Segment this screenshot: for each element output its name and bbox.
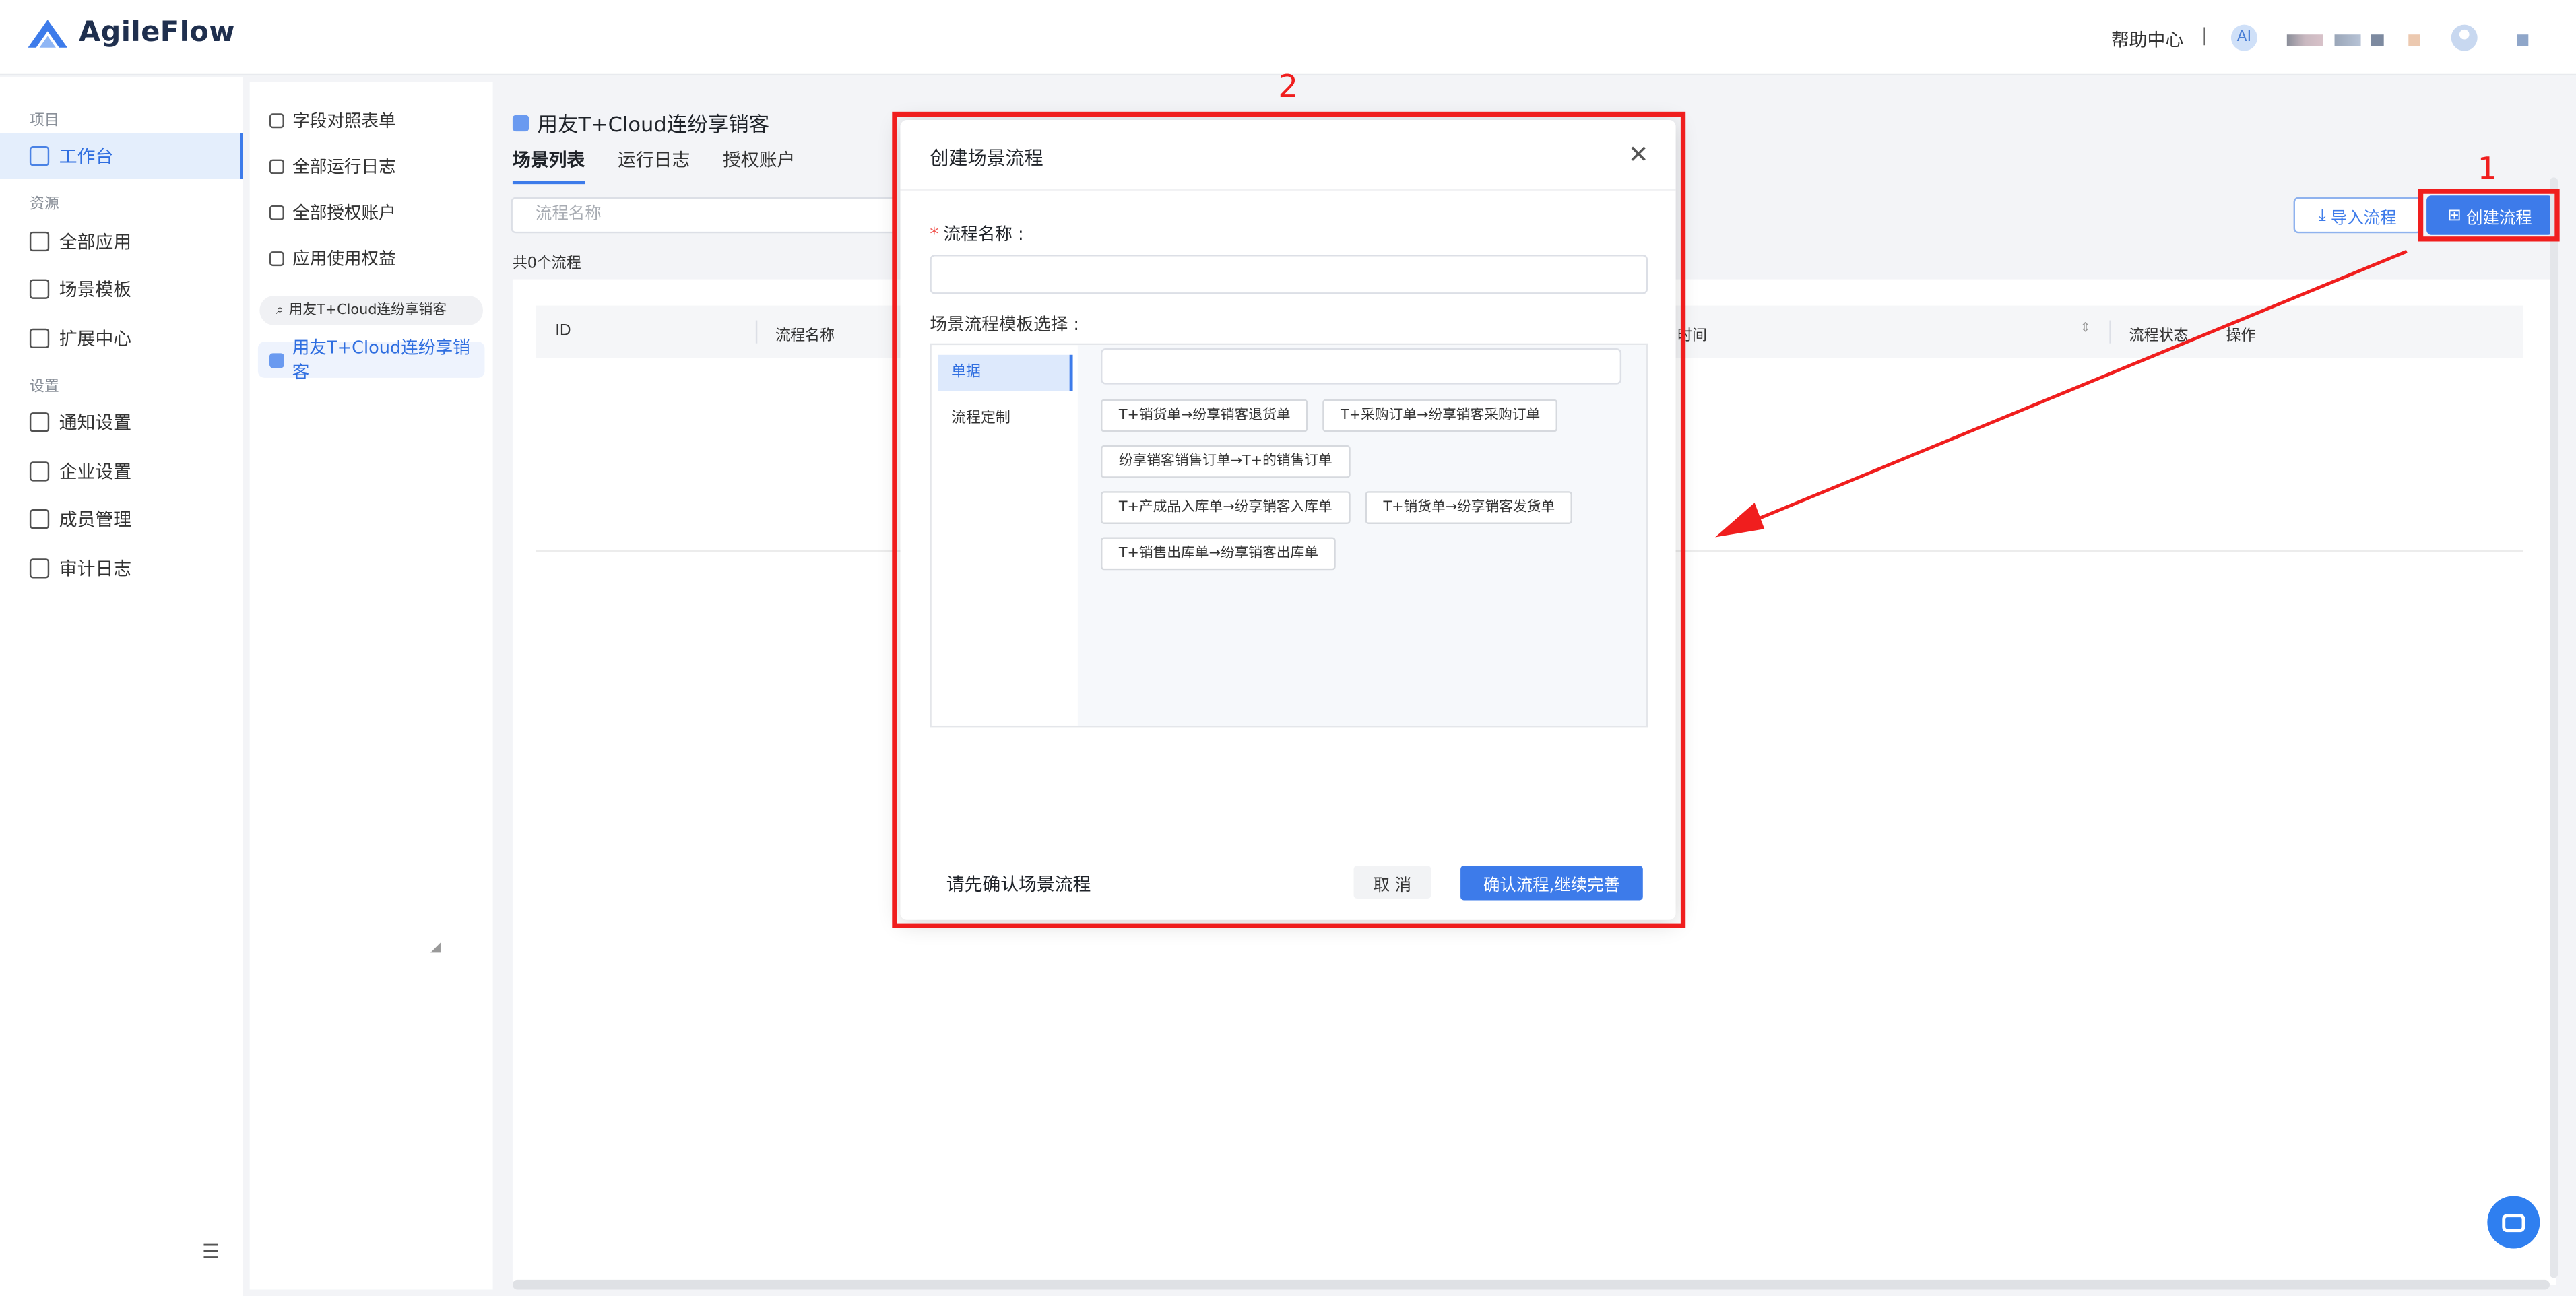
panel-item-all-run-logs[interactable]: 全部运行日志	[269, 154, 396, 179]
help-center-link[interactable]: 帮助中心	[2111, 26, 2183, 53]
sidebar-item-label: 工作台	[59, 146, 114, 168]
user-avatar-icon[interactable]	[2451, 24, 2478, 51]
app-search-input[interactable]: ⌕ 用友T+Cloud连纷享销客	[259, 295, 484, 325]
blurred-user-info	[2286, 34, 2323, 46]
column-header-flow-name: 流程名称	[775, 328, 835, 346]
panel-item-label: 全部授权账户	[292, 203, 396, 224]
download-icon: ⤓	[2318, 206, 2326, 224]
sidebar-section-project: 项目	[29, 113, 59, 130]
top-bar: AgileFlow 帮助中心 | AI	[0, 0, 2576, 76]
column-header-id: ID	[555, 323, 571, 340]
sidebar-item-notification-settings[interactable]: 通知设置	[0, 399, 243, 445]
header-separator: |	[2201, 24, 2208, 46]
sidebar-item-audit-log[interactable]: 审计日志	[0, 546, 243, 591]
sidebar-item-extension-center[interactable]: 扩展中心	[0, 315, 243, 361]
panel-item-label: 字段对照表单	[292, 111, 396, 132]
notification-icon	[29, 412, 50, 432]
horizontal-scrollbar[interactable]	[512, 1279, 2550, 1290]
audit-icon	[29, 558, 50, 579]
template-icon	[29, 279, 50, 299]
app-sub-panel: 字段对照表单 全部运行日志 全部授权账户 应用使用权益 ⌕ 用友T+Cloud连…	[249, 82, 493, 1290]
sidebar-item-label: 全部应用	[59, 231, 132, 253]
vertical-scrollbar[interactable]	[2550, 177, 2558, 1278]
sort-icon[interactable]: ⇕	[2080, 321, 2091, 335]
flow-search-placeholder: 流程名称	[536, 205, 602, 224]
tab-bar: 场景列表 运行日志 授权账户	[512, 146, 795, 185]
panel-item-active-app[interactable]: 用友T+Cloud连纷享销客	[257, 338, 485, 383]
tab-scene-list[interactable]: 场景列表	[512, 146, 585, 185]
tab-run-logs[interactable]: 运行日志	[618, 146, 690, 184]
logo-icon	[28, 20, 67, 48]
sidebar-item-member-management[interactable]: 成员管理	[0, 496, 243, 542]
sidebar-item-label: 审计日志	[59, 558, 132, 580]
resize-handle-icon[interactable]: ◢	[430, 940, 441, 954]
form-icon	[269, 113, 284, 129]
sidebar-item-workbench[interactable]: 工作台	[0, 133, 243, 179]
app-cube-icon	[269, 352, 284, 368]
import-flow-label: 导入流程	[2330, 209, 2397, 228]
annotation-label-2: 2	[1278, 69, 1298, 106]
app-cube-icon	[512, 114, 529, 131]
puzzle-icon	[29, 328, 50, 349]
column-header-actions: 操作	[2226, 328, 2256, 346]
sidebar-section-resources: 资源	[29, 197, 59, 214]
logo-text: AgileFlow	[79, 16, 236, 50]
chat-support-button[interactable]	[2487, 1196, 2540, 1249]
import-flow-button[interactable]: ⤓ 导入流程	[2293, 197, 2422, 234]
sidebar-item-label: 通知设置	[59, 412, 132, 434]
panel-item-field-mapping[interactable]: 字段对照表单	[269, 108, 396, 133]
sidebar: 项目 工作台 资源 全部应用 场景模板 扩展中心 设置 通知设置 企业设置 成员…	[0, 77, 243, 1296]
column-header-flow-status: 流程状态	[2129, 328, 2189, 346]
grid-icon	[29, 231, 50, 252]
column-divider	[2109, 320, 2111, 344]
panel-item-all-auth-accounts[interactable]: 全部授权账户	[269, 201, 396, 226]
column-divider	[755, 320, 758, 344]
annotation-box-create-button	[2418, 189, 2560, 242]
blurred-user-info-3	[2371, 34, 2384, 46]
logo[interactable]: AgileFlow	[26, 15, 235, 51]
enterprise-icon	[29, 461, 50, 482]
sidebar-item-all-apps[interactable]: 全部应用	[0, 218, 243, 264]
dashboard-icon	[29, 146, 50, 166]
search-icon: ⌕	[276, 302, 284, 319]
flow-count: 共0个流程	[512, 256, 581, 273]
grid-icon	[269, 205, 284, 220]
page-title: 用友T+Cloud连纷享销客	[512, 107, 770, 138]
members-icon	[29, 509, 50, 529]
annotation-label-1: 1	[2477, 151, 2498, 188]
sidebar-item-label: 企业设置	[59, 461, 132, 484]
bag-icon	[269, 251, 284, 267]
blurred-user-info-4	[2408, 34, 2420, 46]
blurred-user-info-2	[2334, 34, 2361, 46]
sidebar-section-settings: 设置	[29, 379, 59, 396]
page-title-text: 用友T+Cloud连纷享销客	[537, 111, 770, 137]
sidebar-item-label: 成员管理	[59, 509, 132, 531]
sidebar-item-label: 扩展中心	[59, 328, 132, 350]
app-search-value: 用友T+Cloud连纷享销客	[288, 302, 447, 319]
panel-item-label: 应用使用权益	[292, 249, 396, 269]
ai-assistant-icon[interactable]: AI	[2230, 24, 2257, 51]
panel-item-label: 全部运行日志	[292, 158, 396, 178]
annotation-box-dialog	[892, 111, 1686, 928]
tab-auth-accounts[interactable]: 授权账户	[723, 146, 795, 184]
panel-item-label: 用友T+Cloud连纷享销客	[292, 338, 470, 383]
collapse-sidebar-icon[interactable]: ☰	[202, 1240, 220, 1263]
sidebar-item-enterprise-settings[interactable]: 企业设置	[0, 449, 243, 494]
panel-item-app-rights[interactable]: 应用使用权益	[269, 247, 396, 271]
blurred-user-info-5	[2517, 34, 2529, 46]
chat-icon	[2502, 1213, 2525, 1231]
flow-search-input[interactable]: 流程名称	[511, 197, 897, 234]
layers-icon	[269, 159, 284, 174]
sidebar-item-label: 场景模板	[59, 279, 132, 301]
sidebar-item-scene-templates[interactable]: 场景模板	[0, 266, 243, 312]
